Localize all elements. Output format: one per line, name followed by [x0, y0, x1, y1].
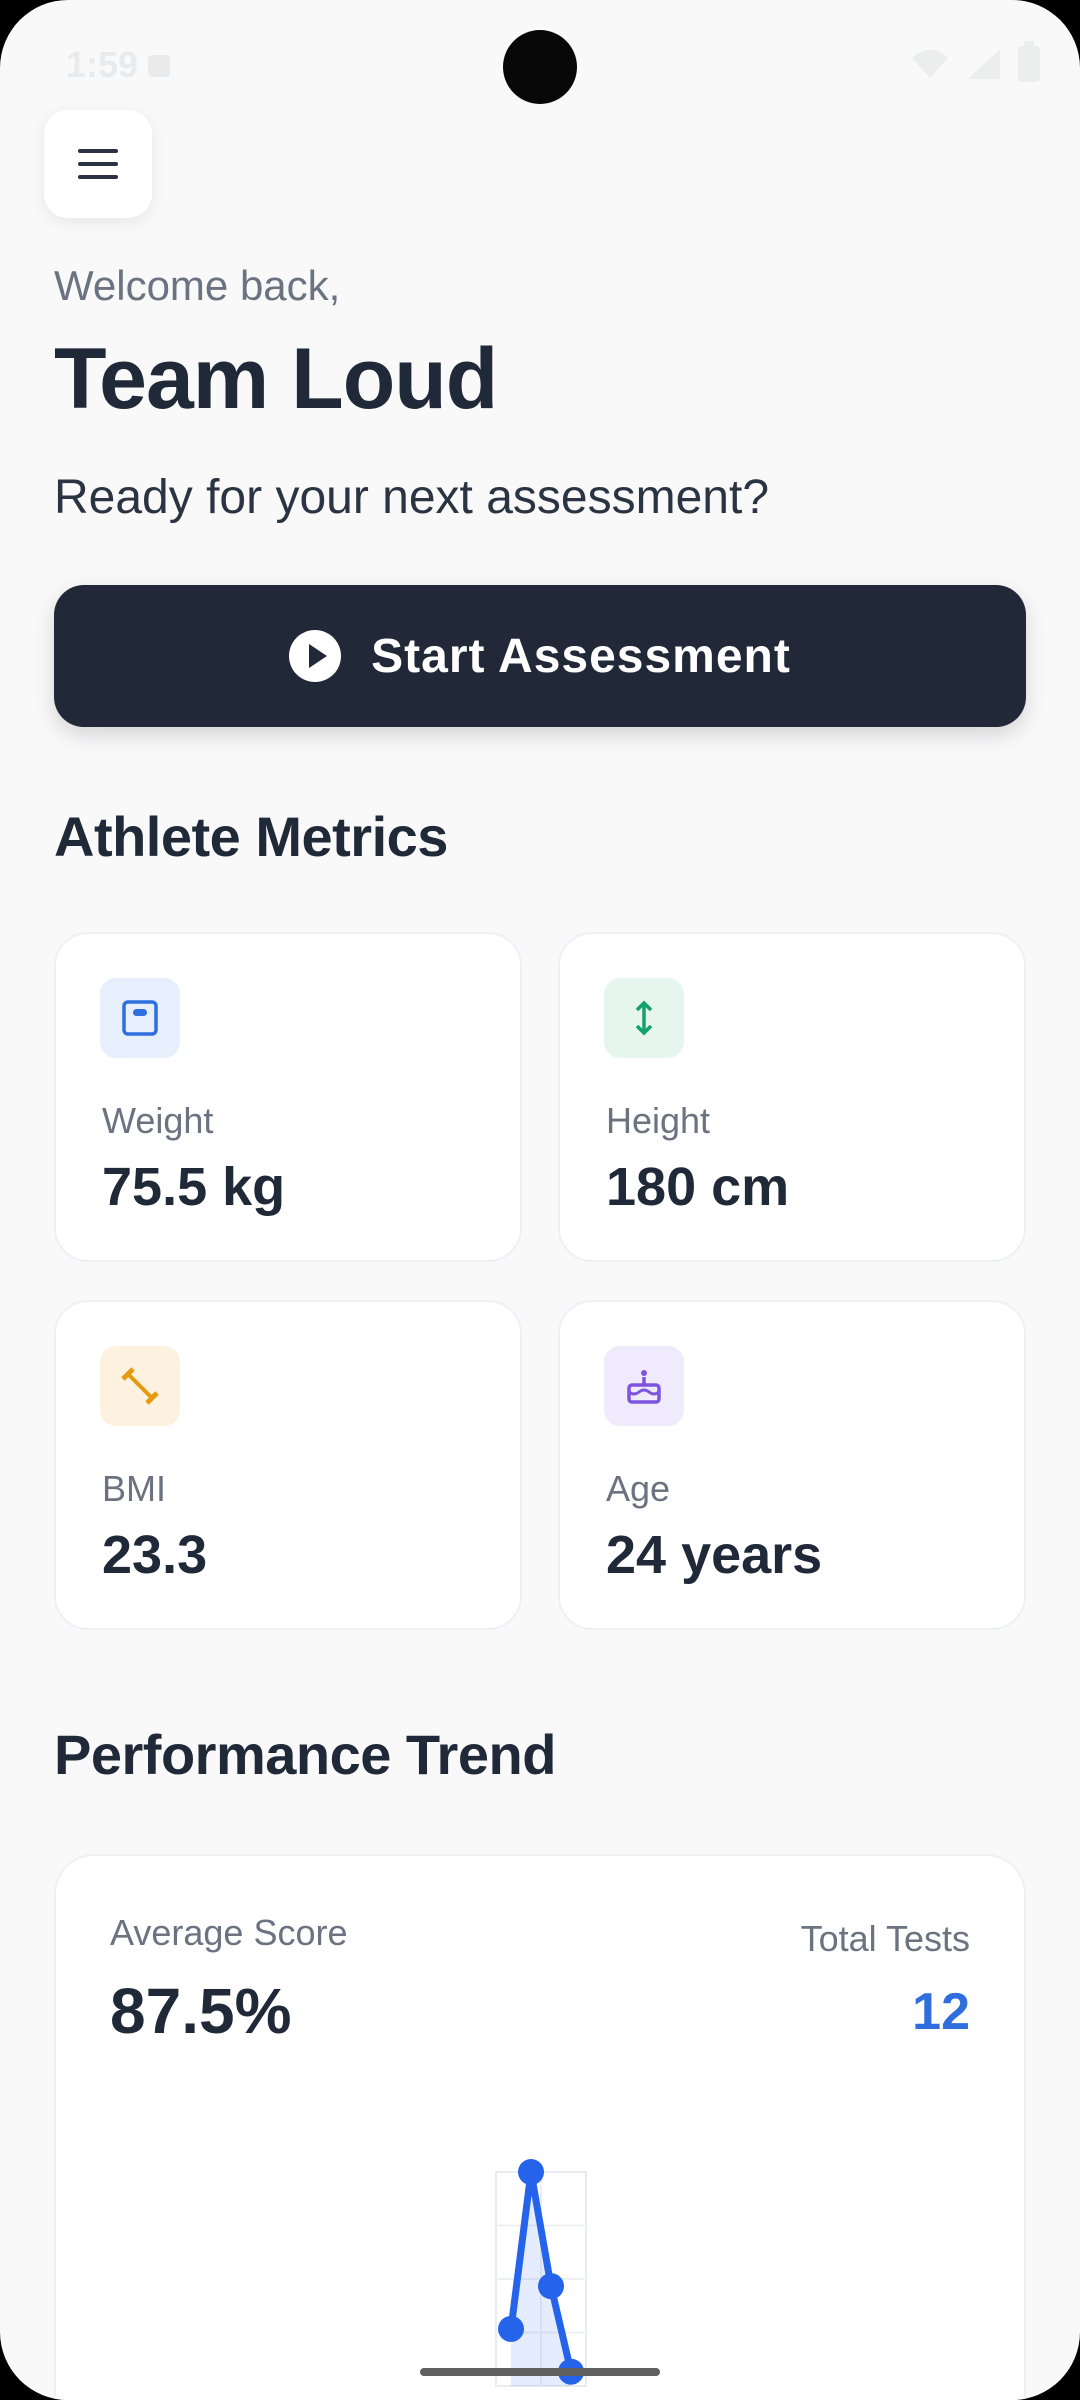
performance-trend-title: Performance Trend [54, 1723, 556, 1786]
hamburger-menu-icon [78, 149, 118, 179]
team-name: Team Loud [54, 331, 498, 427]
weight-label: Weight [102, 1100, 214, 1141]
height-value: 180 cm [606, 1157, 790, 1217]
notification-icon [148, 55, 170, 77]
height-card: Height 180 cm [558, 932, 1026, 1262]
chart-data-point [498, 2315, 524, 2342]
status-icons [910, 41, 1040, 82]
play-circle-icon [289, 630, 342, 682]
weight-card: Weight 75.5 kg [54, 932, 522, 1262]
status-bar: 1:59 [0, 0, 1080, 130]
birthday-cake-icon [604, 1346, 684, 1426]
app-screen: 1:59 Welcome back, Team Loud Ready for y… [0, 0, 1080, 2400]
wifi-icon [912, 50, 948, 78]
assessment-prompt: Ready for your next assessment? [54, 471, 770, 524]
weight-value: 75.5 kg [102, 1157, 286, 1217]
home-indicator[interactable] [420, 2368, 660, 2376]
start-assessment-label: Start Assessment [371, 629, 791, 683]
battery-icon [1018, 41, 1040, 82]
height-label: Height [606, 1100, 711, 1141]
athlete-metrics-title: Athlete Metrics [54, 805, 448, 868]
chart-data-point [538, 2273, 564, 2300]
signal-icon [968, 49, 1000, 79]
status-time: 1:59 [66, 44, 139, 85]
performance-trend-chart [495, 2159, 587, 2387]
bmi-value: 23.3 [102, 1525, 208, 1585]
age-label: Age [606, 1468, 671, 1509]
age-value: 24 years [606, 1525, 823, 1585]
menu-button[interactable] [44, 110, 152, 218]
welcome-text: Welcome back, [54, 262, 341, 309]
age-card: Age 24 years [558, 1300, 1026, 1630]
camera-cutout [503, 30, 577, 104]
chart-data-point [518, 2159, 544, 2185]
start-assessment-button[interactable]: Start Assessment [54, 585, 1026, 727]
dumbbell-icon [100, 1346, 180, 1426]
scale-icon [100, 978, 180, 1058]
performance-trend-card: Average Score 87.5% Total Tests 12 [54, 1854, 1026, 2400]
vertical-arrows-icon [604, 978, 684, 1058]
bmi-card: BMI 23.3 [54, 1300, 522, 1630]
bmi-label: BMI [102, 1468, 167, 1509]
